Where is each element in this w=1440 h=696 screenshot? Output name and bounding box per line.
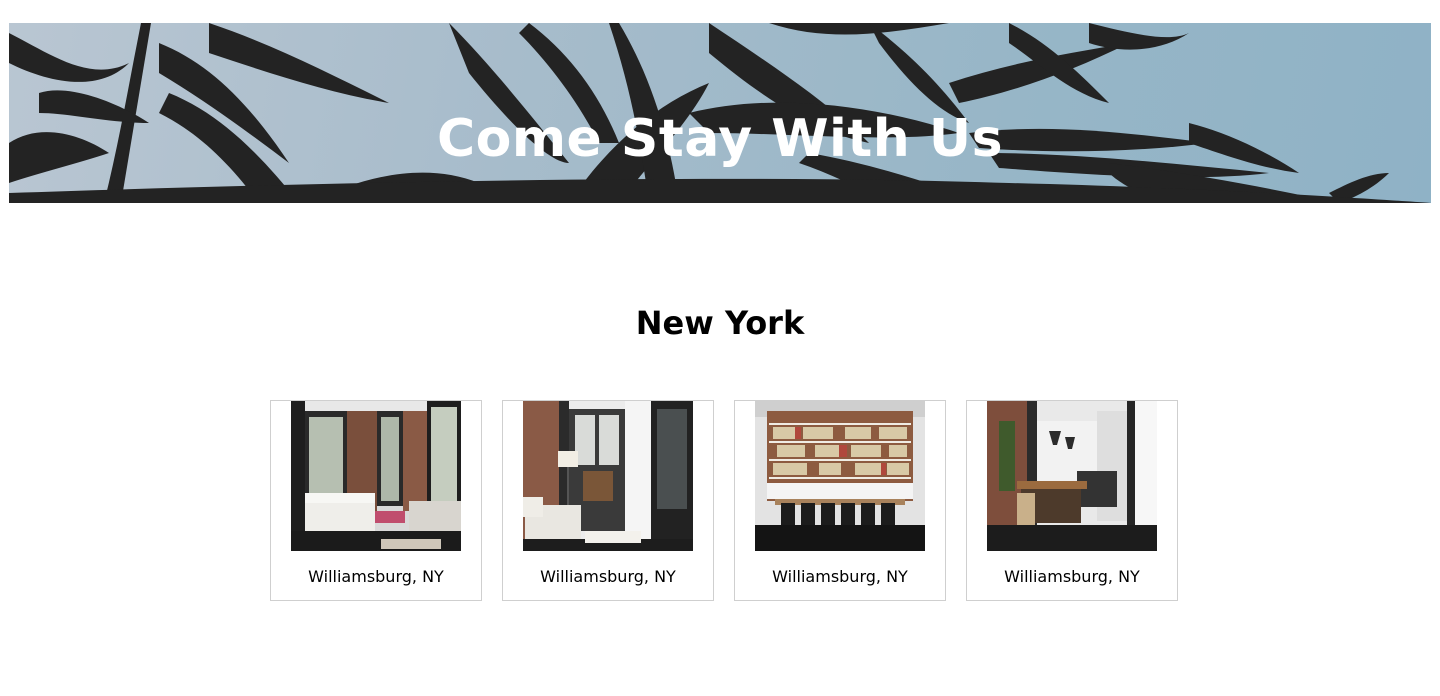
- listing-cards: Williamsburg, NY Williamsburg, NY Willia…: [270, 400, 1178, 601]
- bedroom-loft-image[interactable]: [291, 401, 461, 551]
- section-title: New York: [635, 304, 805, 342]
- listing-card[interactable]: Williamsburg, NY: [502, 400, 714, 601]
- listing-caption: Williamsburg, NY: [308, 567, 444, 586]
- listing-caption: Williamsburg, NY: [540, 567, 676, 586]
- bookshelf-dining-image[interactable]: [755, 401, 925, 551]
- hero-banner: Come Stay With Us: [9, 23, 1431, 203]
- listing-caption: Williamsburg, NY: [1004, 567, 1140, 586]
- kitchen-loft-image[interactable]: [987, 401, 1157, 551]
- hero-title: Come Stay With Us: [436, 108, 1004, 169]
- living-room-image[interactable]: [523, 401, 693, 551]
- listing-caption: Williamsburg, NY: [772, 567, 908, 586]
- listing-card[interactable]: Williamsburg, NY: [734, 400, 946, 601]
- listing-card[interactable]: Williamsburg, NY: [270, 400, 482, 601]
- listing-card[interactable]: Williamsburg, NY: [966, 400, 1178, 601]
